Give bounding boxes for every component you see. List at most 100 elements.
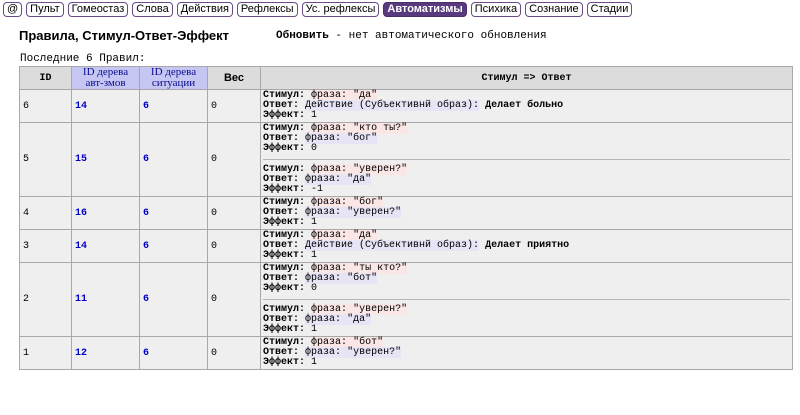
header-weight: Вес <box>207 66 261 90</box>
response-value: Делает приятно <box>485 240 570 251</box>
cell-tree-auto-link[interactable]: 16 <box>71 196 140 230</box>
nav-button-0[interactable]: @ <box>3 2 23 17</box>
response-value: "уверен?" <box>347 347 402 358</box>
cell-weight: 0 <box>207 89 261 123</box>
refresh-bar: Обновить - нет автоматического обновлени… <box>276 30 547 42</box>
rules-count: Последние 6 Правил: <box>20 53 146 65</box>
cell-tree-situation-link[interactable]: 6 <box>139 89 208 123</box>
entry-separator <box>263 159 790 160</box>
nav-button-6[interactable]: Ус. рефлексы <box>301 2 380 17</box>
page-title: Правила, Стимул-Ответ-Эффект <box>19 28 230 43</box>
cell-tree-auto-link[interactable]: 12 <box>71 336 140 370</box>
response-line: Ответ: фраза: "бог" <box>263 133 790 144</box>
nav-button-3[interactable]: Слова <box>132 2 173 17</box>
response-phrase: Действие (Субъективнй образ): Делает бол… <box>305 100 563 111</box>
response-value: "да" <box>347 314 372 325</box>
cell-tree-situation-link[interactable]: 6 <box>139 229 208 263</box>
cell-stimulus-response: Стимул: фраза: "бот" Ответ: фраза: "увере… <box>260 336 793 370</box>
effect-value: 1 <box>311 250 318 261</box>
nav-button-10[interactable]: Стадии <box>586 2 633 17</box>
header-tree-auto: ID дерева авт-змов <box>71 66 140 90</box>
header-tree-situation: ID дерева ситуации <box>139 66 208 90</box>
cell-id: 1 <box>19 336 72 370</box>
response-line: Ответ: фраза: "уверен?" <box>263 207 790 218</box>
effect-line: Эффект: 1 <box>263 251 790 261</box>
table-row: 6 14 6 0 Стимул: фраза: "да" Ответ: Действие … <box>19 89 793 123</box>
response-value: "бог" <box>347 133 378 144</box>
response-kind: Действие (Субъективнй образ): <box>305 240 480 251</box>
nav-button-5[interactable]: Рефлексы <box>236 2 298 17</box>
nav-button-2[interactable]: Гомеостаз <box>67 2 129 17</box>
cell-tree-auto-link[interactable]: 15 <box>71 122 140 197</box>
response-line: Ответ: фраза: "да" <box>263 174 790 185</box>
cell-tree-situation-link[interactable]: 6 <box>139 262 208 337</box>
effect-line: Эффект: 1 <box>263 111 790 121</box>
response-phrase: фраза: "уверен?" <box>305 207 402 218</box>
effect-label: Эффект: <box>263 110 306 121</box>
effect-label: Эффект: <box>263 283 306 294</box>
table-row: 2 11 6 0 Стимул: фраза: "ты кто?" Ответ: фраз… <box>19 262 793 337</box>
effect-label: Эффект: <box>263 217 306 228</box>
effect-line: Эффект: 1 <box>263 358 790 368</box>
cell-stimulus-response: Стимул: фраза: "да" Ответ: Действие (Субъ… <box>260 229 793 263</box>
rules-table: ID ID дерева авт-змов ID дерева ситуации… <box>19 66 793 370</box>
refresh-note: - нет автоматического обновления <box>328 30 547 42</box>
cell-stimulus-response: Стимул: фраза: "бог" Ответ: фраза: "увере… <box>260 196 793 230</box>
effect-line: Эффект: 0 <box>263 144 790 154</box>
cell-stimulus-response: Стимул: фраза: "ты кто?" Ответ: фраза: "б… <box>260 262 793 337</box>
effect-label: Эффект: <box>263 143 306 154</box>
response-value: Делает больно <box>485 100 564 111</box>
effect-value: -1 <box>311 184 324 195</box>
cell-tree-auto-link[interactable]: 14 <box>71 89 140 123</box>
effect-value: 1 <box>311 217 318 228</box>
top-nav: @ Пульт Гомеостаз Слова Действия Рефлексы Ус. … <box>3 2 636 18</box>
effect-value: 1 <box>311 357 318 368</box>
nav-button-8[interactable]: Психика <box>470 2 522 17</box>
response-line: Ответ: фраза: "да" <box>263 314 790 325</box>
effect-value: 1 <box>311 324 318 335</box>
effect-label: Эффект: <box>263 357 306 368</box>
effect-value: 0 <box>311 283 318 294</box>
cell-tree-auto-link[interactable]: 11 <box>71 262 140 337</box>
cell-tree-situation-link[interactable]: 6 <box>139 122 208 197</box>
cell-id: 2 <box>19 262 72 337</box>
response-line: Ответ: фраза: "бот" <box>263 273 790 284</box>
effect-line: Эффект: 1 <box>263 218 790 228</box>
table-row: 4 16 6 0 Стимул: фраза: "бог" Ответ: фраза: "… <box>19 196 793 230</box>
effect-label: Эффект: <box>263 250 306 261</box>
nav-button-4[interactable]: Действия <box>176 2 233 17</box>
cell-weight: 0 <box>207 229 261 263</box>
response-value: "бот" <box>347 273 378 284</box>
cell-weight: 0 <box>207 336 261 370</box>
table-header-row: ID ID дерева авт-змов ID дерева ситуации… <box>19 66 793 90</box>
cell-tree-situation-link[interactable]: 6 <box>139 196 208 230</box>
cell-id: 4 <box>19 196 72 230</box>
cell-weight: 0 <box>207 122 261 197</box>
effect-label: Эффект: <box>263 184 306 195</box>
effect-label: Эффект: <box>263 324 306 335</box>
nav-button-1[interactable]: Пульт <box>26 2 64 17</box>
nav-button-9[interactable]: Сознание <box>525 2 583 17</box>
cell-tree-auto-link[interactable]: 14 <box>71 229 140 263</box>
cell-weight: 0 <box>207 262 261 337</box>
cell-tree-situation-link[interactable]: 6 <box>139 336 208 370</box>
effect-value: 1 <box>311 110 318 121</box>
header-stimulus-response: Стимул => Ответ <box>260 66 793 90</box>
response-phrase: Действие (Субъективнй образ): Делает при… <box>305 240 569 251</box>
nav-button-7[interactable]: Автоматизмы <box>383 2 467 17</box>
response-value: "да" <box>347 174 372 185</box>
header-id: ID <box>19 66 72 90</box>
cell-id: 6 <box>19 89 72 123</box>
table-row: 3 14 6 0 Стимул: фраза: "да" Ответ: Действие … <box>19 229 793 263</box>
response-kind: Действие (Субъективнй образ): <box>305 100 480 111</box>
response-value: "уверен?" <box>347 207 402 218</box>
response-phrase: фраза: "уверен?" <box>305 347 402 358</box>
cell-stimulus-response: Стимул: фраза: "кто ты?" Ответ: фраза: "б… <box>260 122 793 197</box>
response-line: Ответ: Действие (Субъективнй образ): Дел… <box>263 240 790 251</box>
effect-value: 0 <box>311 143 318 154</box>
response-line: Ответ: фраза: "уверен?" <box>263 347 790 358</box>
response-line: Ответ: Действие (Субъективнй образ): Дел… <box>263 100 790 111</box>
refresh-link[interactable]: Обновить <box>276 30 329 42</box>
effect-line: Эффект: -1 <box>263 185 790 195</box>
cell-weight: 0 <box>207 196 261 230</box>
